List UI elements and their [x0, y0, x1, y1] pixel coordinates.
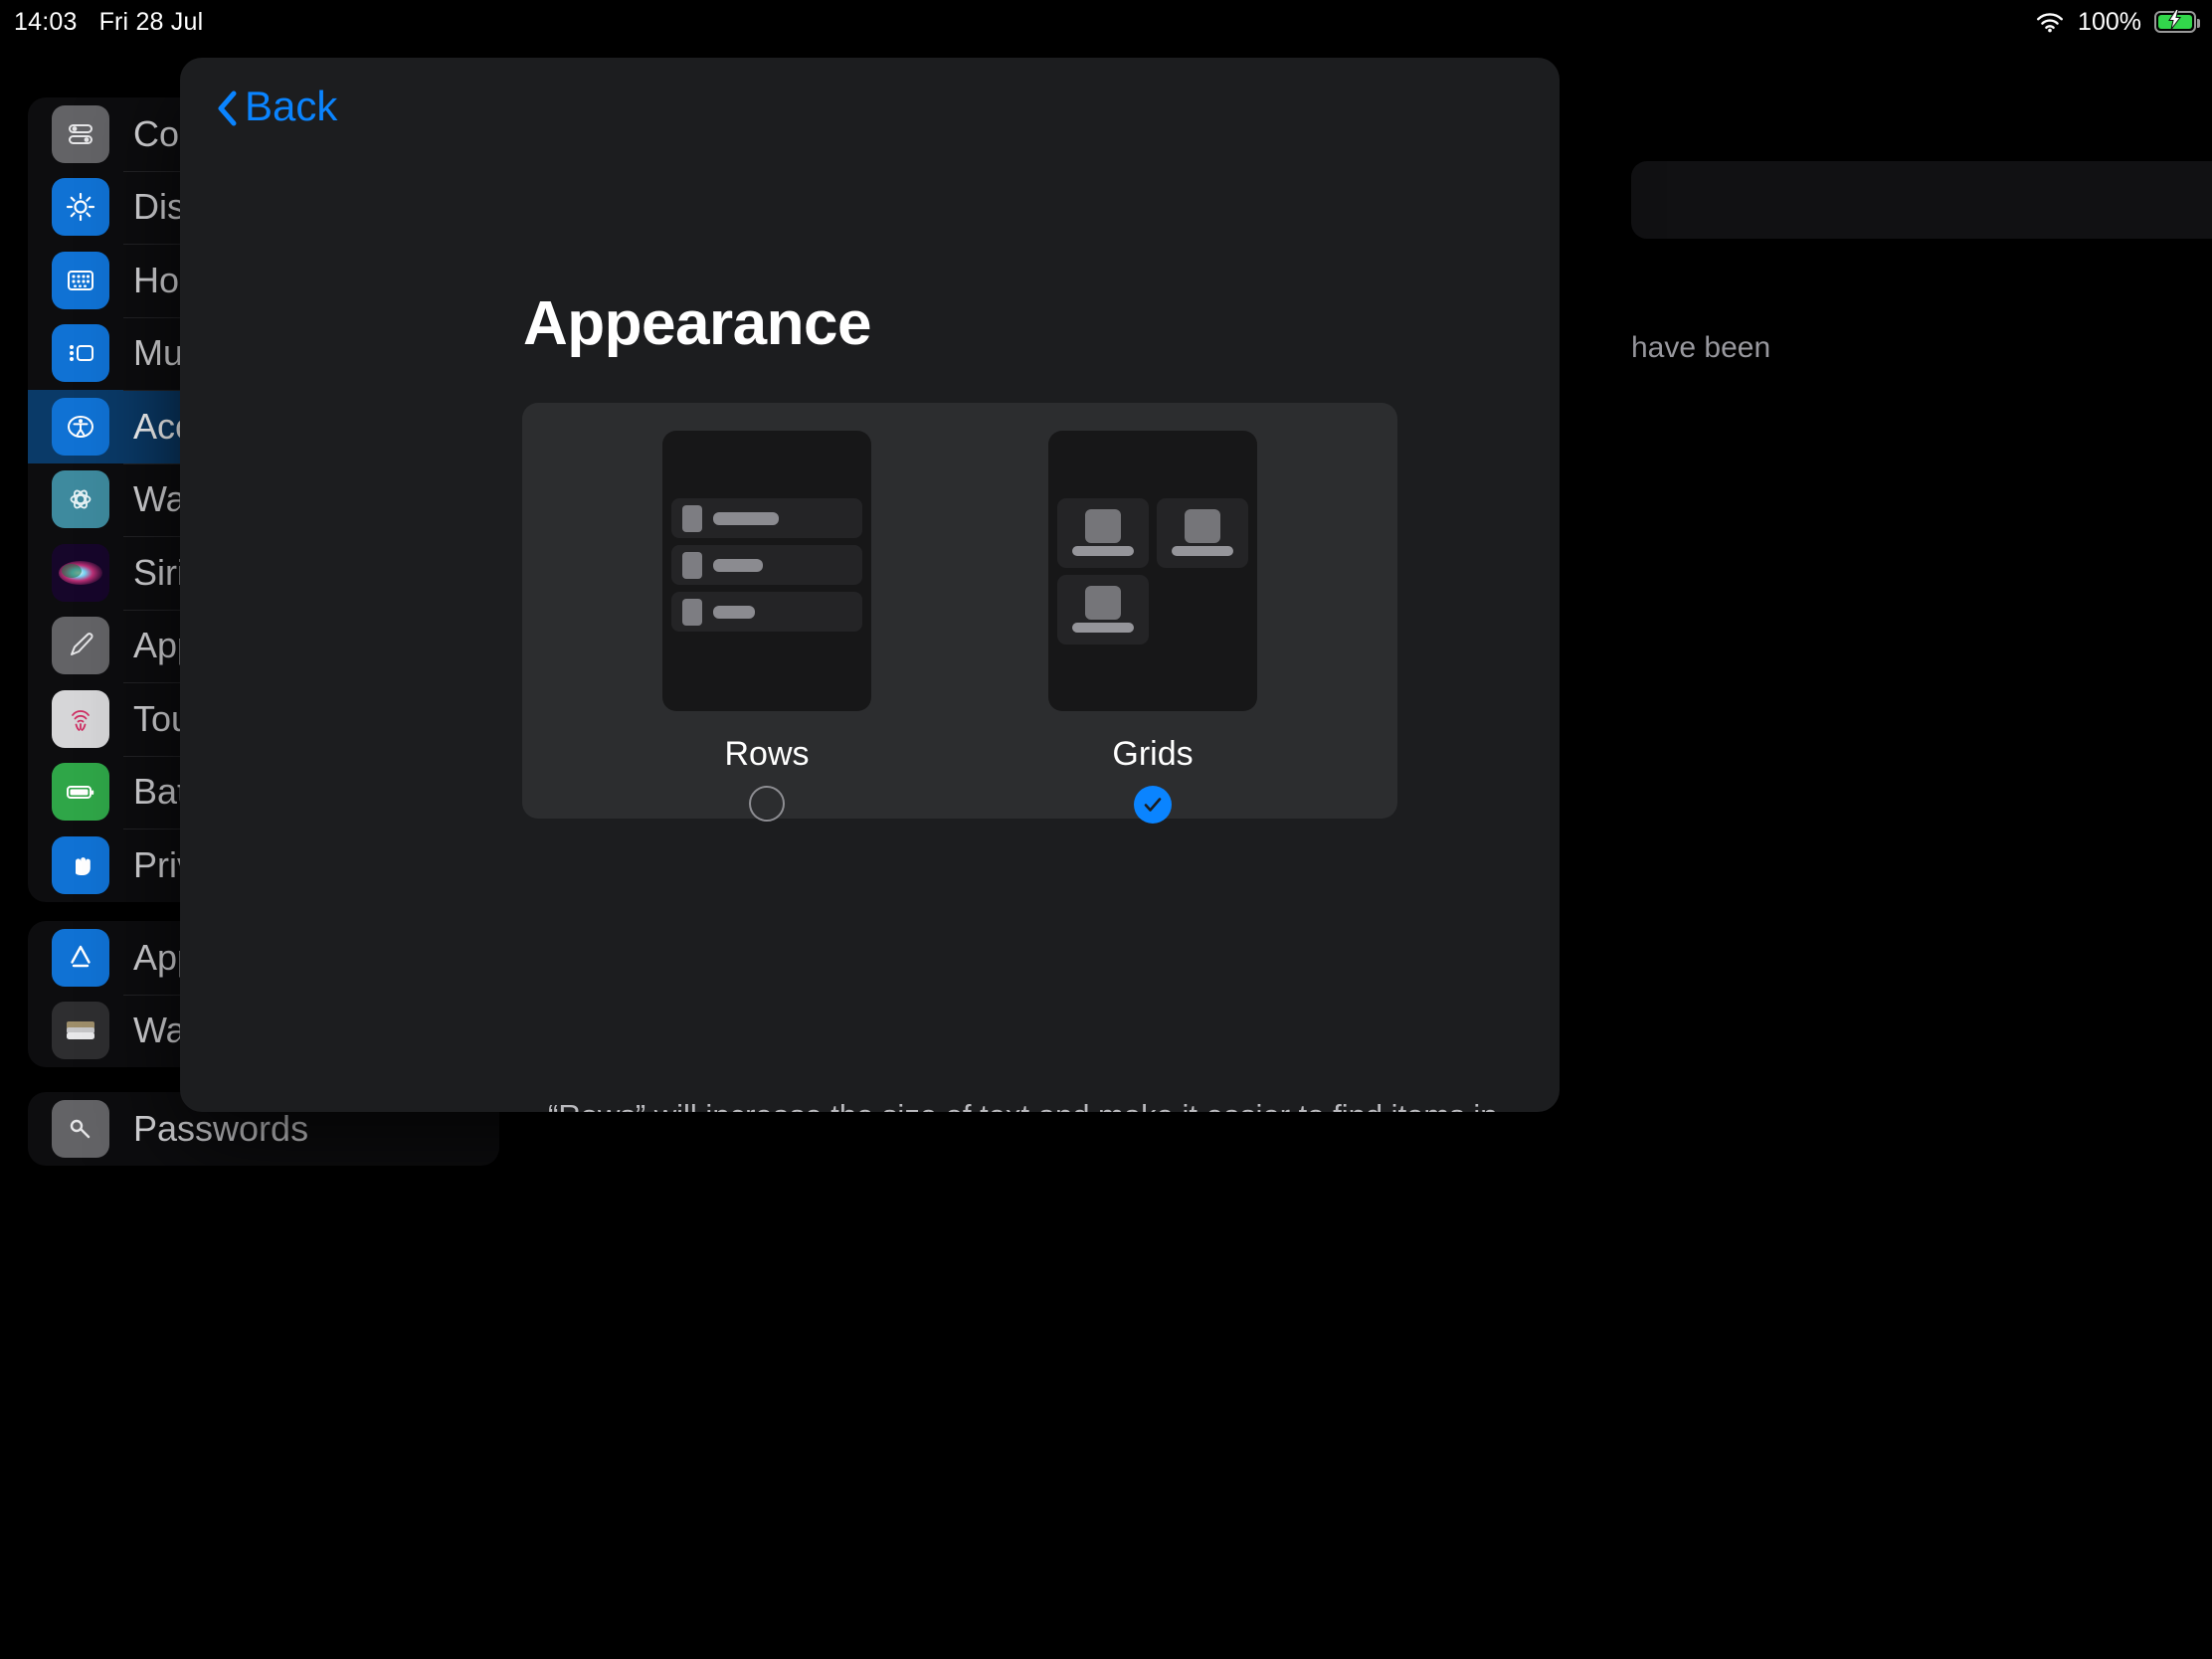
wifi-icon [2035, 11, 2065, 33]
home-screen-icon [52, 251, 109, 309]
page-title: Appearance [523, 289, 871, 358]
privacy-icon [52, 835, 109, 894]
radio-rows[interactable] [662, 786, 871, 822]
accessibility-icon [52, 397, 109, 456]
ipad-screen: Settings Control Center Display & Bright… [0, 0, 2212, 1659]
date-label: Fri 28 Jul [98, 7, 204, 36]
checkmark-circle-icon [1134, 786, 1172, 824]
preview-text-bar [1172, 546, 1233, 556]
radio-grids[interactable] [1048, 786, 1257, 824]
option-label-rows: Rows [724, 735, 810, 773]
preview-thumbnail [1185, 509, 1220, 543]
back-button-label: Back [245, 83, 338, 129]
sidebar-item-label: Passwords [133, 1107, 309, 1149]
rows-preview[interactable] [662, 431, 871, 711]
status-bar-right: 100% [2035, 7, 2200, 37]
preview-text-bar [1072, 623, 1134, 633]
appearance-modal: Back Appearance Rows Grids [180, 58, 1560, 1112]
battery-charging-icon [2154, 9, 2200, 33]
preview-thumbnail [1085, 586, 1121, 620]
preview-text-bar [1072, 546, 1134, 556]
wallet-icon [52, 1002, 109, 1060]
back-button[interactable]: Back [202, 78, 351, 135]
grids-preview[interactable] [1048, 431, 1257, 711]
passwords-icon [52, 1099, 109, 1158]
detail-card [1631, 161, 2212, 239]
control-center-icon [52, 104, 109, 163]
preview-text-bar [713, 605, 755, 619]
preview-thumbnail [682, 504, 702, 532]
apple-pencil-icon [52, 617, 109, 675]
multitasking-icon [52, 324, 109, 383]
wallpaper-icon [52, 470, 109, 529]
battery-icon [52, 763, 109, 822]
preview-thumbnail [1085, 509, 1121, 543]
detail-note: have been [1631, 331, 1771, 364]
preview-thumbnail [682, 551, 702, 579]
battery-percent-label: 100% [2078, 7, 2141, 36]
siri-icon [52, 543, 109, 602]
status-bar-left: 14:03 Fri 28 Jul [14, 8, 203, 37]
appearance-options-panel: Rows Grids [522, 403, 1397, 824]
preview-row [671, 498, 862, 538]
preview-text-bar [713, 511, 779, 525]
status-bar: 14:03 Fri 28 Jul 100% [0, 0, 2212, 44]
preview-tile [1057, 575, 1149, 645]
preview-row [671, 592, 862, 632]
preview-row [671, 545, 862, 585]
clock: 14:03 [14, 7, 78, 36]
appearance-description: “Rows” will increase the size of text an… [548, 1094, 1503, 1112]
description-line-1: “Rows” will increase the size of text an… [548, 1094, 1503, 1112]
touch-id-icon [52, 689, 109, 748]
radio-unselected-icon [749, 786, 785, 822]
brightness-icon [52, 178, 109, 237]
preview-tile [1157, 498, 1248, 568]
preview-text-bar [713, 558, 763, 572]
chevron-left-icon [216, 90, 237, 126]
preview-tile [1057, 498, 1149, 568]
preview-thumbnail [682, 598, 702, 626]
option-label-grids: Grids [1112, 735, 1194, 773]
app-store-icon [52, 928, 109, 987]
